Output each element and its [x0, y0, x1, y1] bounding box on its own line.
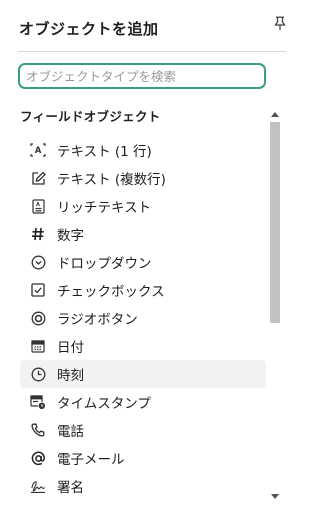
list-item-label: 電子メール: [57, 452, 125, 468]
list-item-label: 署名: [57, 480, 84, 496]
scroll-down-arrow[interactable]: [268, 490, 282, 502]
list-item-date[interactable]: 日付: [20, 332, 266, 360]
rich-text-icon: A: [30, 198, 46, 214]
phone-icon: [30, 422, 46, 438]
list-item-text-single-line[interactable]: A テキスト (1 行): [20, 136, 266, 164]
svg-text:A: A: [36, 202, 40, 208]
hash-icon: [30, 226, 46, 242]
svg-text:A: A: [35, 146, 42, 156]
list-item-label: テキスト (1 行): [57, 144, 152, 160]
list-item-number[interactable]: 数字: [20, 220, 266, 248]
signature-icon: [30, 478, 46, 494]
calendar-icon: [30, 338, 46, 354]
pin-button[interactable]: [272, 14, 288, 32]
list-item-rich-text[interactable]: A リッチテキスト: [20, 192, 266, 220]
text-single-line-icon: A: [30, 142, 46, 158]
list-item-radio[interactable]: ラジオボタン: [20, 304, 266, 332]
text-multi-line-icon: [30, 170, 46, 186]
clock-icon: [30, 366, 46, 382]
list-item-email[interactable]: 電子メール: [20, 444, 266, 472]
list-item-timestamp[interactable]: タイムスタンプ: [20, 388, 266, 416]
dropdown-icon: [30, 254, 46, 270]
at-icon: [30, 450, 46, 466]
scrollbar[interactable]: [268, 108, 282, 502]
panel-header: オブジェクトを追加: [0, 0, 300, 52]
list-item-phone[interactable]: 電話: [20, 416, 266, 444]
panel-title: オブジェクトを追加: [19, 20, 159, 38]
list-item-label: 電話: [57, 424, 84, 440]
list-item-time[interactable]: 時刻: [20, 360, 266, 388]
list-item-signature[interactable]: 署名: [20, 472, 266, 500]
field-object-list: A テキスト (1 行) テキスト (複数行) A リッチテキスト 数字 ドロッ…: [20, 136, 266, 500]
list-item-label: ドロップダウン: [57, 256, 152, 272]
list-item-dropdown[interactable]: ドロップダウン: [20, 248, 266, 276]
timestamp-icon: [30, 394, 46, 410]
checkbox-icon: [30, 282, 46, 298]
scroll-down-icon: [271, 493, 279, 499]
search-box[interactable]: [18, 63, 266, 89]
scroll-up-arrow[interactable]: [268, 108, 282, 120]
list-item-label: リッチテキスト: [57, 200, 152, 216]
section-title: フィールドオブジェクト: [20, 109, 161, 124]
list-item-label: テキスト (複数行): [57, 172, 166, 188]
add-object-panel: オブジェクトを追加 フィールドオブジェクト A テキスト (: [0, 0, 300, 518]
scroll-up-icon: [271, 111, 279, 117]
list-item-checkbox[interactable]: チェックボックス: [20, 276, 266, 304]
search-input[interactable]: [20, 68, 264, 84]
scroll-thumb[interactable]: [270, 122, 280, 323]
list-item-label: チェックボックス: [57, 284, 165, 300]
list-item-label: ラジオボタン: [57, 312, 138, 328]
header-divider: [18, 51, 286, 52]
list-item-label: 日付: [57, 340, 84, 356]
radio-icon: [30, 310, 46, 326]
pin-icon: [274, 16, 286, 31]
list-item-label: 時刻: [57, 368, 84, 384]
list-item-label: タイムスタンプ: [57, 396, 151, 412]
list-item-label: 数字: [57, 228, 84, 244]
list-item-text-multi-line[interactable]: テキスト (複数行): [20, 164, 266, 192]
